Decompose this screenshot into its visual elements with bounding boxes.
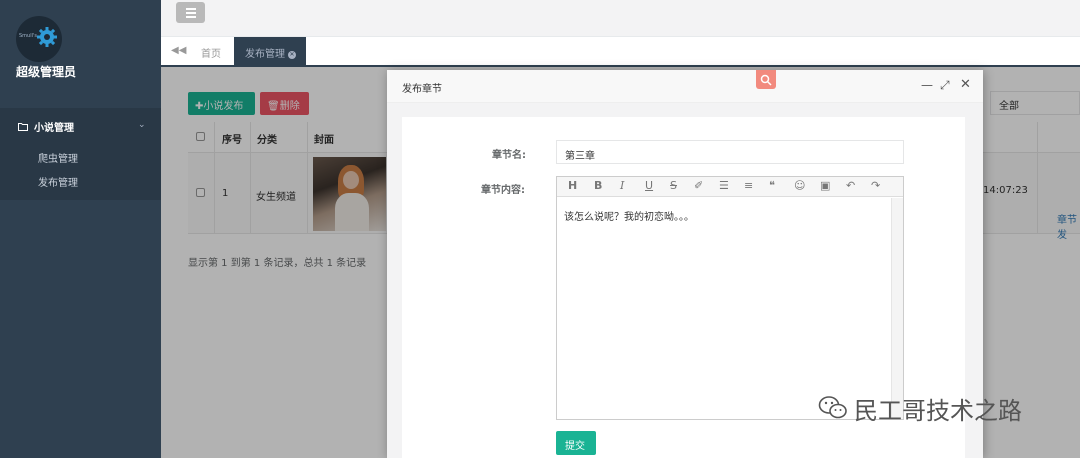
profile-area: Smull's 超级管理员 [0, 0, 161, 108]
underline-icon[interactable]: U [645, 180, 653, 192]
sidebar-item-crawler[interactable]: 爬虫管理 [38, 150, 78, 165]
undo-icon[interactable]: ↶ [846, 180, 855, 192]
bold-icon[interactable]: B [594, 180, 602, 192]
image-icon[interactable]: ▣ [820, 180, 830, 192]
tab-label: 发布管理 [245, 49, 285, 60]
emoji-icon[interactable]: ☺ [794, 180, 805, 192]
sidebar-group-novel[interactable]: 小说管理 [18, 119, 74, 134]
wechat-icon [818, 396, 847, 419]
modal-header: 发布章节 — ⤢ ✕ [387, 70, 983, 103]
sidebar-item-publish[interactable]: 发布管理 [38, 174, 78, 189]
tabs-back-icon[interactable]: ◀◀ [171, 45, 186, 56]
minimize-icon[interactable]: — [921, 79, 933, 91]
strikethrough-icon[interactable]: S [670, 180, 677, 192]
menu-toggle-button[interactable] [176, 2, 205, 23]
close-icon[interactable]: ✕ [288, 51, 296, 59]
top-navbar [161, 0, 1080, 37]
chapter-name-label: 章节名: [492, 150, 526, 161]
maximize-icon[interactable]: ⤢ [940, 79, 950, 91]
logo: Smull's [16, 16, 62, 62]
chapter-name-input[interactable]: 第三章 [556, 140, 904, 164]
profile-name[interactable]: 超级管理员 [16, 63, 76, 80]
align-icon[interactable]: ≡ [744, 180, 753, 192]
folder-icon [18, 123, 28, 131]
sidebar-menu: 小说管理 ⌄ 爬虫管理 发布管理 [0, 108, 161, 200]
chapter-content-label: 章节内容: [481, 185, 525, 196]
pencil-icon[interactable]: ✐ [694, 180, 703, 192]
watermark: 民工哥技术之路 [818, 393, 1022, 425]
modal-title: 发布章节 [402, 84, 442, 95]
watermark-text: 民工哥技术之路 [854, 396, 1022, 425]
heading-icon[interactable]: H [568, 180, 577, 192]
tab-publish-manage[interactable]: 发布管理 ✕ [234, 37, 306, 65]
submit-button[interactable]: 提交 [556, 431, 596, 455]
editor-toolbar: H B I U S ✐ ☰ ≡ ❝ ☺ ▣ ↶ ↷ [557, 177, 903, 197]
editor-scrollbar[interactable] [891, 198, 903, 419]
editor-content[interactable]: 该怎么说呢？我的初恋呦。。。 [564, 208, 694, 223]
sidebar-group-label: 小说管理 [34, 123, 74, 134]
sidebar: Smull's 超级管理员 小说管理 ⌄ 爬虫管理 发布管理 [0, 0, 161, 458]
italic-icon[interactable]: I [620, 180, 624, 192]
close-icon[interactable]: ✕ [960, 78, 971, 91]
tab-home[interactable]: 首页 [201, 45, 221, 60]
tabs-bar: ◀◀ 首页 发布管理 ✕ [161, 37, 1080, 67]
gear-icon [37, 27, 57, 47]
chevron-down-icon[interactable]: ⌄ [138, 120, 146, 130]
redo-icon[interactable]: ↷ [871, 180, 880, 192]
quote-icon[interactable]: ❝ [769, 180, 775, 192]
logo-text: Smull's [19, 33, 37, 39]
rich-text-editor[interactable]: H B I U S ✐ ☰ ≡ ❝ ☺ ▣ ↶ ↷ 该怎么说呢？我的初恋呦。。。 [556, 176, 904, 420]
search-icon[interactable] [756, 70, 776, 89]
list-icon[interactable]: ☰ [719, 180, 729, 192]
